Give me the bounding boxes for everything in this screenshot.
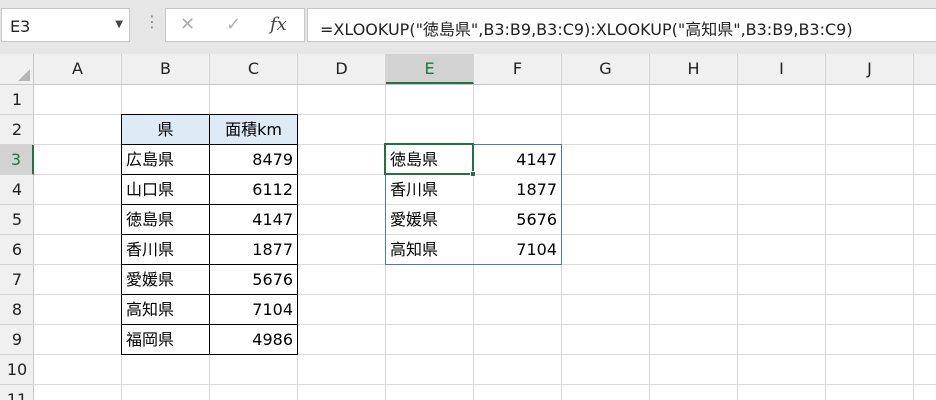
row-header-5[interactable]: 5: [0, 205, 34, 235]
row-header-2[interactable]: 2: [0, 115, 34, 145]
table-cell-area[interactable]: 4986: [209, 324, 298, 355]
cancel-icon[interactable]: ✕: [180, 14, 195, 35]
column-header-f[interactable]: F: [474, 54, 562, 84]
spill-cell-prefecture[interactable]: 高知県: [386, 235, 473, 265]
spill-cell-area[interactable]: 7104: [474, 235, 561, 265]
spill-cell-area[interactable]: 4147: [474, 145, 561, 175]
column-header-j[interactable]: J: [826, 54, 914, 84]
table-cell-area[interactable]: 7104: [209, 294, 298, 325]
table-cell-prefecture[interactable]: 山口県: [121, 174, 210, 205]
table-cell-prefecture[interactable]: 徳島県: [121, 204, 210, 235]
table-cell-area[interactable]: 6112: [209, 174, 298, 205]
spill-cell-area[interactable]: 1877: [474, 175, 561, 205]
table-cell-prefecture[interactable]: 広島県: [121, 144, 210, 175]
row-header-8[interactable]: 8: [0, 295, 34, 325]
column-header-e[interactable]: E: [386, 54, 474, 84]
spill-cell-prefecture[interactable]: 香川県: [386, 175, 473, 205]
drag-handle-icon[interactable]: ⋮: [144, 12, 160, 31]
column-headers: A B C D E F G H I J: [0, 54, 936, 85]
insert-function-icon[interactable]: fx: [270, 14, 287, 35]
table-cell-prefecture[interactable]: 香川県: [121, 234, 210, 265]
column-header-i[interactable]: I: [738, 54, 826, 84]
table-header-prefecture[interactable]: 県: [121, 114, 210, 145]
row-header-6[interactable]: 6: [0, 235, 34, 265]
table-cell-area[interactable]: 8479: [209, 144, 298, 175]
column-header-a[interactable]: A: [34, 54, 122, 84]
row-header-3[interactable]: 3: [0, 145, 34, 175]
name-box-value: E3: [10, 17, 31, 36]
row-header-10[interactable]: 10: [0, 355, 34, 385]
name-box[interactable]: E3 ▼: [1, 8, 130, 42]
table-cell-area[interactable]: 1877: [209, 234, 298, 265]
table-cell-area[interactable]: 5676: [209, 264, 298, 295]
chevron-down-icon[interactable]: ▼: [115, 19, 123, 30]
worksheet-grid[interactable]: 県 面積km 広島県 8479 山口県 6112 徳島県 4147 香川県 18…: [34, 85, 936, 400]
row-headers: 1 2 3 4 5 6 7 8 9 10 11: [0, 85, 34, 400]
select-all-button[interactable]: [0, 54, 34, 84]
spill-cell-area[interactable]: 5676: [474, 205, 561, 235]
row-header-11[interactable]: 11: [0, 385, 34, 400]
row-header-9[interactable]: 9: [0, 325, 34, 355]
column-header-b[interactable]: B: [122, 54, 210, 84]
enter-check-icon[interactable]: ✓: [226, 14, 241, 35]
column-header-d[interactable]: D: [298, 54, 386, 84]
fill-handle[interactable]: [470, 171, 476, 177]
row-header-7[interactable]: 7: [0, 265, 34, 295]
column-header-g[interactable]: G: [562, 54, 650, 84]
column-header-c[interactable]: C: [210, 54, 298, 84]
formula-input[interactable]: =XLOOKUP("徳島県",B3:B9,B3:C9):XLOOKUP("高知県…: [307, 8, 936, 42]
table-cell-prefecture[interactable]: 高知県: [121, 294, 210, 325]
table-cell-area[interactable]: 4147: [209, 204, 298, 235]
active-cell-selection[interactable]: [384, 143, 474, 175]
column-header-h[interactable]: H: [650, 54, 738, 84]
table-cell-prefecture[interactable]: 愛媛県: [121, 264, 210, 295]
row-header-4[interactable]: 4: [0, 175, 34, 205]
formula-text: =XLOOKUP("徳島県",B3:B9,B3:C9):XLOOKUP("高知県…: [320, 20, 853, 39]
table-cell-prefecture[interactable]: 福岡県: [121, 324, 210, 355]
row-header-1[interactable]: 1: [0, 85, 34, 115]
table-header-area[interactable]: 面積km: [209, 114, 298, 145]
formula-buttons: ✕ ✓ fx: [165, 8, 305, 42]
formula-bar-area: E3 ▼ ⋮ ✕ ✓ fx =XLOOKUP("徳島県",B3:B9,B3:C9…: [0, 0, 936, 54]
spill-cell-prefecture[interactable]: 愛媛県: [386, 205, 473, 235]
